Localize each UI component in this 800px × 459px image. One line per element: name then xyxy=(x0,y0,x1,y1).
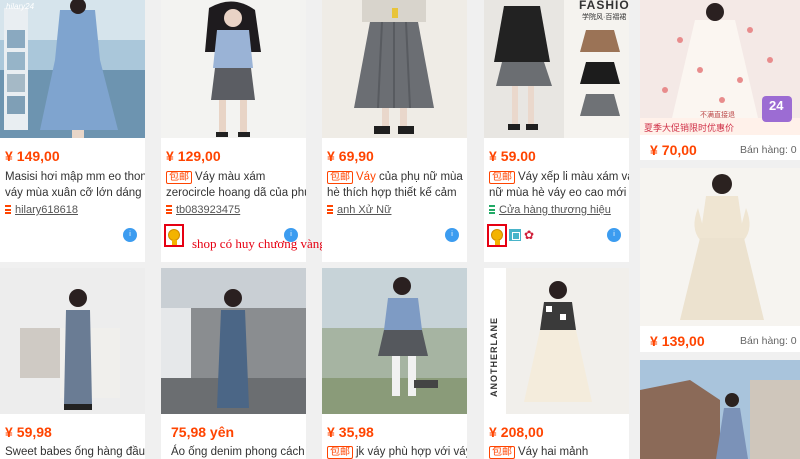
product-card[interactable]: ¥59,98 Sweet babes ống hàng đầu xyxy=(0,268,145,459)
product-title[interactable]: Masisi hơi mập mm eo thon váy mùa xuân c… xyxy=(5,169,145,201)
image-sub-text: 学院风·百褶裙 xyxy=(582,14,627,21)
product-photo-pleated-skirt xyxy=(322,0,467,138)
brand-badge-icon xyxy=(509,229,521,241)
product-title[interactable]: 包邮 Váy hai mảnh xyxy=(489,444,629,459)
product-title[interactable]: 包邮 Váy của phụ nữ mùa hè thích hợp thiết … xyxy=(327,169,467,201)
shop-marker-icon xyxy=(5,205,11,214)
product-title[interactable]: 包邮 Váy xếp li màu xám váy nữ mùa hè váy e… xyxy=(489,169,629,201)
gold-medal-highlight xyxy=(164,224,184,247)
product-photo-city-dress xyxy=(640,360,800,459)
promo-banner: 夏季大促销限时优惠价 xyxy=(644,123,735,133)
product-image[interactable] xyxy=(322,268,467,414)
wangwang-chat-icon[interactable]: i xyxy=(445,228,459,242)
gold-medal-icon xyxy=(491,229,503,245)
shop-link[interactable]: hilary618618 xyxy=(5,204,78,216)
product-image[interactable]: FASHION 学院风·百褶裙 xyxy=(484,0,629,138)
product-title[interactable]: Áo ống denim phong cách xyxy=(171,444,306,459)
gold-medal-highlight xyxy=(487,224,507,247)
product-photo-denim-tube-dress xyxy=(0,268,145,414)
product-image[interactable] xyxy=(161,0,306,138)
product-photo-beach-dress xyxy=(0,0,145,138)
free-shipping-tag: 包邮 xyxy=(489,446,515,459)
product-image[interactable] xyxy=(0,268,145,414)
product-photo-denim-street xyxy=(161,268,306,414)
product-price: ¥59.00 xyxy=(489,148,536,164)
banner-top-text: 不满直接退 xyxy=(700,112,735,119)
product-image[interactable]: ANOTHERLANE xyxy=(484,268,629,414)
product-price: 75,98 yên xyxy=(171,424,235,440)
image-brand-text: FASHION xyxy=(579,0,629,12)
shop-link[interactable]: Cửa hàng thương hiệu xyxy=(489,204,611,216)
product-photo-jk-skirt xyxy=(322,268,467,414)
product-title[interactable]: 包邮 Váy màu xám zerocircle hoang dã của ph… xyxy=(166,169,306,201)
annotation-gold-medal-shop: shop có huy chương vàng xyxy=(192,236,326,251)
product-card[interactable]: hilary24 ¥149,00 Masisi hơi mập mm eo th… xyxy=(0,0,145,262)
product-image[interactable]: 不满直接退 夏季大促销限时优惠价 24 xyxy=(640,0,800,135)
product-card[interactable]: ¥69,90 包邮 Váy của phụ nữ mùa hè thích hợp… xyxy=(322,0,467,262)
product-price: ¥149,00 xyxy=(5,148,60,164)
promo-badge-number: 24 xyxy=(769,98,784,113)
product-grid: hilary24 ¥149,00 Masisi hơi mập mm eo th… xyxy=(0,0,800,459)
product-card[interactable]: ¥129,00 包邮 Váy màu xám zerocircle hoang d… xyxy=(161,0,306,262)
image-brand-text: ANOTHERLANE xyxy=(489,317,499,397)
product-photo-cream-dress xyxy=(640,168,800,326)
product-price: ¥35,98 xyxy=(327,424,374,440)
product-photo-grey-skirt xyxy=(161,0,306,138)
product-image[interactable] xyxy=(161,268,306,414)
product-card[interactable]: 不满直接退 夏季大促销限时优惠价 24 ¥70,00 Bán hàng: 0 xyxy=(640,0,800,160)
product-price: ¥139,00 xyxy=(650,333,705,349)
free-shipping-tag: 包邮 xyxy=(489,171,515,184)
flower-badge-icon: ✿ xyxy=(524,228,535,242)
free-shipping-tag: 包邮 xyxy=(327,446,353,459)
product-card[interactable]: ANOTHERLANE ¥208,00 包邮 Váy hai mảnh xyxy=(484,268,629,459)
product-price: ¥70,00 xyxy=(650,142,697,158)
sales-count: Bán hàng: 0 xyxy=(740,144,797,156)
product-card[interactable]: ¥35,98 包邮 jk váy phù hợp với váy xyxy=(322,268,467,459)
product-price: ¥129,00 xyxy=(166,148,221,164)
gold-medal-icon xyxy=(168,229,180,245)
shop-marker-icon xyxy=(327,205,333,214)
product-image[interactable]: hilary24 xyxy=(0,0,145,138)
shop-marker-icon xyxy=(166,205,172,214)
wangwang-chat-icon[interactable]: i xyxy=(607,228,621,242)
product-title[interactable]: 包邮 jk váy phù hợp với váy xyxy=(327,444,467,459)
product-price: ¥69,90 xyxy=(327,148,374,164)
free-shipping-tag: 包邮 xyxy=(166,171,192,184)
product-price: ¥208,00 xyxy=(489,424,544,440)
product-title[interactable]: Sweet babes ống hàng đầu xyxy=(5,444,145,459)
shop-link[interactable]: anh Xử Nữ xyxy=(327,204,391,216)
free-shipping-tag: 包邮 xyxy=(327,171,353,184)
product-photo-two-piece-dress xyxy=(484,268,629,414)
shop-marker-icon xyxy=(489,205,495,214)
product-card[interactable]: 75,98 yên Áo ống denim phong cách xyxy=(161,268,306,459)
product-image[interactable] xyxy=(322,0,467,138)
product-image[interactable] xyxy=(640,168,800,326)
product-card[interactable]: FASHION 学院风·百褶裙 ¥59.00 包邮Váy xếp li màu … xyxy=(484,0,629,262)
shop-link[interactable]: tb083923475 xyxy=(166,204,240,216)
wangwang-chat-icon[interactable]: i xyxy=(123,228,137,242)
product-card[interactable]: ¥139,00 Bán hàng: 0 xyxy=(640,168,800,352)
image-watermark: hilary24 xyxy=(6,2,35,11)
product-price: ¥59,98 xyxy=(5,424,52,440)
product-card[interactable] xyxy=(640,360,800,459)
sales-count: Bán hàng: 0 xyxy=(740,335,797,347)
